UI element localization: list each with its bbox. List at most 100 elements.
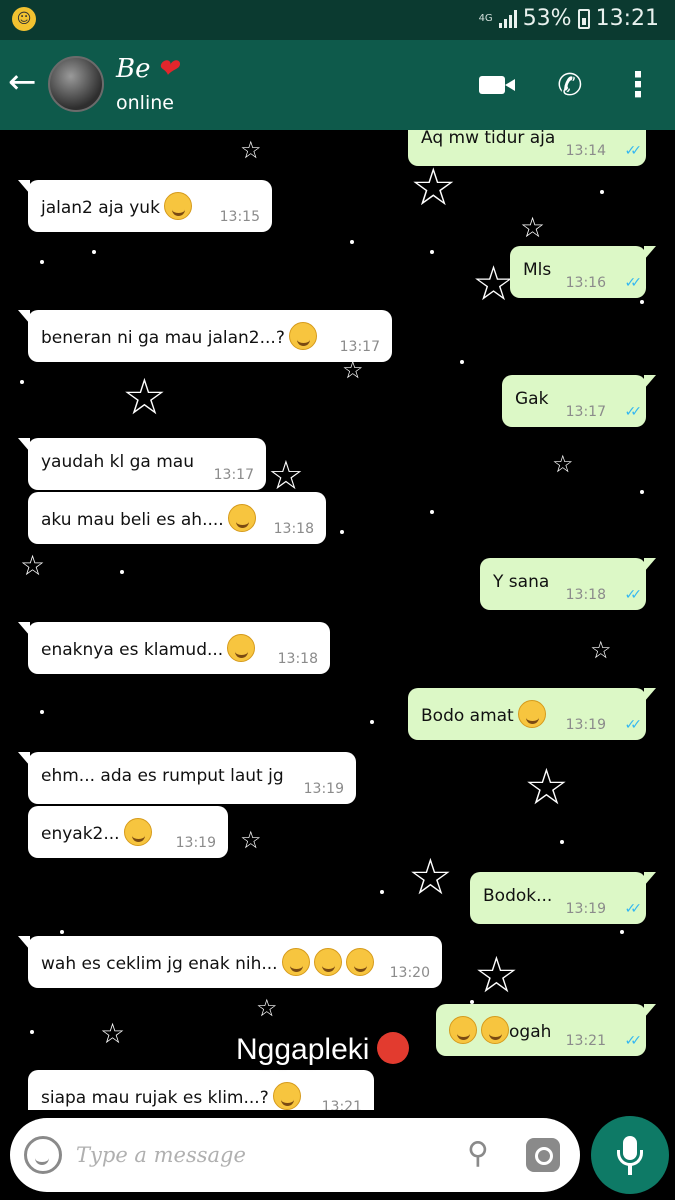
video-call-icon[interactable] xyxy=(470,65,515,105)
message-time: 13:20 xyxy=(389,965,430,981)
back-arrow-icon[interactable]: ← xyxy=(8,62,37,102)
message-text: Mls xyxy=(523,260,552,280)
phone-icon[interactable]: ✆ xyxy=(548,65,592,105)
message-text: Bodo amat xyxy=(421,706,514,726)
message-text-row: jalan2 aja yuk xyxy=(41,192,192,222)
wallpaper-star-icon: ☆ xyxy=(268,453,304,499)
chat-header: ← Be ❤ online ✆ ⋮ xyxy=(0,40,675,130)
message-bubble-outgoing[interactable]: Gak 13:17 ✓✓ xyxy=(502,375,656,427)
message-bubble-incoming[interactable]: enaknya es klamud... 13:18 xyxy=(18,622,330,674)
message-text: enyak2... xyxy=(41,824,120,844)
message-time: 13:17 xyxy=(565,404,606,420)
message-text-row: aku mau beli es ah.... xyxy=(41,504,256,534)
smirking-face-icon xyxy=(288,322,317,350)
message-bubble-incoming[interactable]: aku mau beli es ah.... 13:18 xyxy=(28,492,326,544)
angry-face-icon xyxy=(377,1032,410,1065)
wallpaper-star-icon: ☆ xyxy=(520,211,546,244)
message-text: jalan2 aja yuk xyxy=(41,198,160,218)
message-time: 13:19 xyxy=(565,901,606,917)
message-text-row: siapa mau rujak es klim...? xyxy=(41,1082,301,1110)
read-check-icon: ✓✓ xyxy=(624,901,643,917)
message-bubble-incoming[interactable]: siapa mau rujak es klim...? 13:21 xyxy=(28,1070,374,1110)
message-time: 13:21 xyxy=(565,1033,606,1049)
message-text-row: beneran ni ga mau jalan2...? xyxy=(41,322,317,352)
message-time: 13:19 xyxy=(175,835,216,851)
heart-icon: ❤ xyxy=(156,54,179,84)
message-bubble-incoming[interactable]: wah es ceklim jg enak nih... 13:20 xyxy=(18,936,442,988)
message-text: ogah xyxy=(509,1022,552,1042)
message-bubble-outgoing[interactable]: ogah 13:21 ✓✓ xyxy=(436,1004,656,1056)
contact-name: Be xyxy=(116,54,151,84)
message-time: 13:21 xyxy=(321,1099,362,1110)
avatar[interactable] xyxy=(48,56,104,112)
chat-area[interactable]: ☆ ☆ ☆ ☆ ☆ ☆ ☆ ☆ ☆ ☆ ☆ ☆ ☆ ☆ ☆ ☆ Aq mw ti… xyxy=(0,130,675,1110)
message-bubble-incoming[interactable]: jalan2 aja yuk 13:15 xyxy=(18,180,272,232)
message-text: siapa mau rujak es klim...? xyxy=(41,1088,269,1108)
message-bubble-incoming[interactable]: ehm... ada es rumput laut jg 13:19 xyxy=(18,752,356,804)
clock: 13:21 xyxy=(595,6,659,31)
read-check-icon: ✓✓ xyxy=(624,143,643,159)
message-bubble-incoming[interactable]: beneran ni ga mau jalan2...? 13:17 xyxy=(18,310,392,362)
smirking-face-icon xyxy=(481,1016,509,1044)
wallpaper-star-icon: ☆ xyxy=(524,758,569,816)
wallpaper-star-icon: ☆ xyxy=(474,946,519,1004)
smirking-face-icon xyxy=(272,1082,301,1110)
wallpaper-star-icon: ☆ xyxy=(240,826,262,854)
message-text: wah es ceklim jg enak nih... xyxy=(41,954,278,974)
message-bubble-outgoing[interactable]: Y sana 13:18 ✓✓ xyxy=(480,558,656,610)
read-check-icon: ✓✓ xyxy=(624,275,643,291)
wallpaper-star-icon: ☆ xyxy=(408,848,453,906)
message-time: 13:18 xyxy=(277,651,318,667)
message-time: 13:19 xyxy=(303,781,344,797)
message-text-row: wah es ceklim jg enak nih... xyxy=(41,948,374,978)
smirking-face-icon xyxy=(517,700,546,728)
message-time: 13:18 xyxy=(565,587,606,603)
message-bubble-incoming[interactable]: yaudah kl ga mau 13:17 xyxy=(18,438,266,490)
overlay-caption-text: Nggapleki xyxy=(236,1033,370,1066)
contact-status: online xyxy=(116,92,174,114)
message-time: 13:17 xyxy=(339,339,380,355)
message-bubble-outgoing[interactable]: Aq mw tidur aja 13:14 ✓✓ xyxy=(408,130,646,166)
message-text-row: Bodo amat xyxy=(421,700,546,730)
wallpaper-star-icon: ☆ xyxy=(590,636,612,664)
wallpaper-star-icon: ☆ xyxy=(256,994,278,1022)
read-check-icon: ✓✓ xyxy=(624,717,643,733)
voice-message-button[interactable] xyxy=(591,1116,669,1194)
smirking-face-icon xyxy=(449,1016,477,1044)
message-time: 13:16 xyxy=(565,275,606,291)
input-bar: ⚲ xyxy=(0,1110,675,1200)
emoji-icon[interactable] xyxy=(24,1136,62,1174)
more-options-icon[interactable]: ⋮ xyxy=(616,65,660,105)
message-time: 13:14 xyxy=(565,143,606,159)
wallpaper-star-icon: ☆ xyxy=(410,158,457,218)
message-text: Bodok... xyxy=(483,886,553,906)
overlay-caption: Nggapleki xyxy=(236,1032,410,1067)
signal-icon xyxy=(498,9,517,28)
message-time: 13:19 xyxy=(565,717,606,733)
message-text-row: ogah xyxy=(449,1016,552,1046)
message-input[interactable] xyxy=(76,1136,436,1174)
camera-icon[interactable] xyxy=(526,1138,560,1172)
message-bubble-outgoing[interactable]: Bodo amat 13:19 ✓✓ xyxy=(408,688,656,740)
smirking-face-icon xyxy=(227,504,256,532)
notification-emoji-icon: ☺ xyxy=(12,7,36,31)
read-check-icon: ✓✓ xyxy=(624,587,643,603)
message-text: ehm... ada es rumput laut jg xyxy=(41,766,284,786)
network-type: 4G xyxy=(478,12,493,24)
grinning-face-icon xyxy=(163,192,192,220)
wallpaper-star-icon: ☆ xyxy=(20,549,46,582)
message-bubble-incoming[interactable]: enyak2... 13:19 xyxy=(28,806,228,858)
relieved-face-icon xyxy=(123,818,152,846)
message-time: 13:15 xyxy=(219,209,260,225)
attachment-icon[interactable]: ⚲ xyxy=(458,1132,498,1176)
relieved-face-icon xyxy=(281,948,310,976)
read-check-icon: ✓✓ xyxy=(624,404,643,420)
relieved-face-icon xyxy=(345,948,374,976)
status-bar: ☺ 4G 53% 13:21 xyxy=(0,0,675,40)
wallpaper-star-icon: ☆ xyxy=(100,1017,126,1050)
message-bubble-outgoing[interactable]: Mls 13:16 ✓✓ xyxy=(510,246,656,298)
message-bubble-outgoing[interactable]: Bodok... 13:19 ✓✓ xyxy=(470,872,656,924)
wallpaper-star-icon: ☆ xyxy=(240,136,262,164)
contact-name-row[interactable]: Be ❤ xyxy=(116,54,178,84)
wallpaper-star-icon: ☆ xyxy=(122,368,167,426)
